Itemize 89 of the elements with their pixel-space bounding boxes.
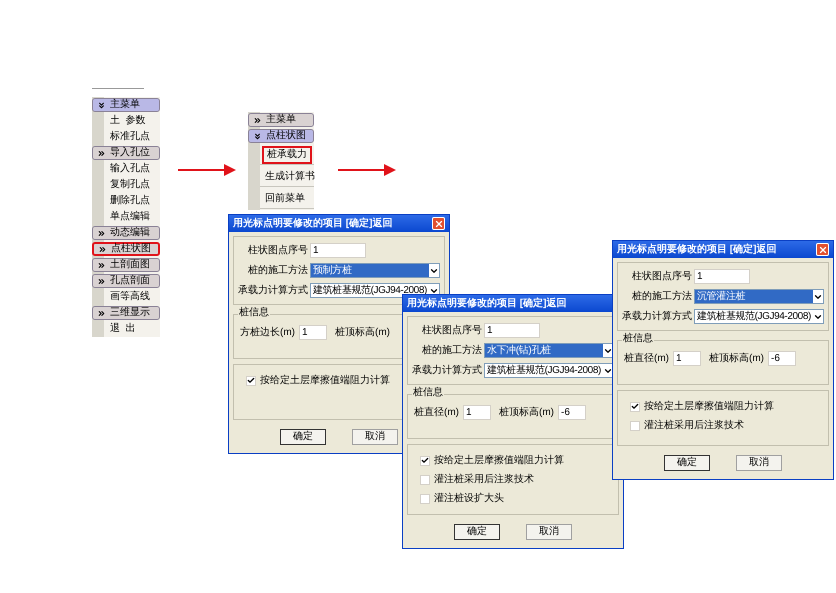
checkbox-label: 灌注桩采用后注浆技术 bbox=[434, 472, 534, 487]
window-title: 用光标点明要修改的项目 [确定]返回 bbox=[407, 296, 566, 311]
menu-item[interactable]: 土 参数 bbox=[107, 116, 149, 126]
field-label: 桩的施工方法 bbox=[247, 264, 308, 278]
checkbox[interactable] bbox=[630, 402, 640, 412]
field-label: 桩顶标高(m) bbox=[499, 406, 554, 420]
dropdown-field[interactable]: 预制方桩 bbox=[310, 263, 440, 278]
menu-item[interactable]: 画等高线 bbox=[107, 292, 153, 302]
checkbox[interactable] bbox=[420, 456, 430, 466]
dropdown-field[interactable]: 建筑桩基规范(JGJ94-2008) bbox=[484, 363, 614, 378]
dropdown-field[interactable]: 建筑桩基规范(JGJ94-2008) bbox=[310, 283, 440, 298]
checkbox-label: 按给定土层摩擦值端阻力计算 bbox=[644, 400, 774, 414]
field-label: 方桩边长(m) bbox=[240, 326, 295, 340]
dialog-button[interactable]: 确定 bbox=[280, 429, 326, 445]
arrow-icon bbox=[338, 164, 396, 176]
dialog-button[interactable]: 取消 bbox=[352, 429, 398, 445]
menu-header[interactable]: 主菜单 bbox=[248, 113, 314, 127]
window-title: 用光标点明要修改的项目 [确定]返回 bbox=[233, 216, 392, 231]
field-label: 桩顶标高(m) bbox=[335, 326, 390, 340]
chevrons-down-icon bbox=[97, 100, 106, 110]
menu-header[interactable]: 三维显示 bbox=[92, 306, 160, 320]
chevrons-right-icon bbox=[97, 308, 106, 318]
menu-header[interactable]: 点柱状图 bbox=[248, 129, 314, 143]
chevrons-right-icon bbox=[97, 228, 106, 238]
field-label: 柱状图点序号 bbox=[247, 244, 308, 258]
field-label: 承载力计算方式 bbox=[412, 364, 482, 378]
field-label: 桩顶标高(m) bbox=[709, 352, 764, 366]
field-label: 承载力计算方式 bbox=[238, 284, 308, 298]
dropdown-field[interactable]: 沉管灌注桩 bbox=[694, 289, 824, 304]
menu-header[interactable]: 动态编辑 bbox=[92, 226, 160, 240]
checkbox-label: 按给定土层摩擦值端阻力计算 bbox=[260, 374, 390, 388]
close-button[interactable] bbox=[816, 243, 829, 256]
field-label: 柱状图点序号 bbox=[421, 324, 482, 338]
field-label: 桩的施工方法 bbox=[421, 344, 482, 358]
checkbox[interactable] bbox=[630, 420, 640, 430]
field-label: 承载力计算方式 bbox=[622, 310, 692, 324]
menu-item[interactable]: 单点编辑 bbox=[107, 212, 153, 222]
menu-header[interactable]: 土剖面图 bbox=[92, 258, 160, 272]
menu-item[interactable]: 桩承载力 bbox=[262, 146, 312, 164]
dropdown-field[interactable]: 建筑桩基规范(JGJ94-2008) bbox=[694, 309, 824, 324]
input-field[interactable]: 1 bbox=[310, 243, 366, 258]
group-title: 桩信息 bbox=[622, 334, 654, 344]
input-field[interactable]: -6 bbox=[768, 351, 796, 366]
dialog-button[interactable]: 确定 bbox=[454, 524, 500, 540]
checkbox-label: 灌注桩采用后注浆技术 bbox=[644, 418, 744, 433]
checkbox[interactable] bbox=[420, 494, 430, 504]
menu-item[interactable]: 复制孔点 bbox=[107, 180, 153, 190]
field-label: 桩直径(m) bbox=[624, 352, 669, 366]
menu-item[interactable]: 退 出 bbox=[107, 324, 139, 334]
group-title: 桩信息 bbox=[238, 308, 270, 318]
checkbox-label: 按给定土层摩擦值端阻力计算 bbox=[434, 454, 564, 468]
input-field[interactable]: 1 bbox=[694, 269, 750, 284]
input-field[interactable]: 1 bbox=[484, 323, 540, 338]
close-icon bbox=[818, 244, 828, 254]
chevrons-right-icon bbox=[97, 148, 106, 158]
check-icon bbox=[421, 456, 429, 465]
checkbox[interactable] bbox=[246, 376, 256, 386]
menu-item[interactable]: 删除孔点 bbox=[107, 196, 153, 206]
menu-header[interactable]: 主菜单 bbox=[92, 98, 160, 112]
group-title: 桩信息 bbox=[412, 388, 444, 398]
window-title: 用光标点明要修改的项目 [确定]返回 bbox=[617, 242, 776, 257]
field-label: 桩的施工方法 bbox=[631, 290, 692, 304]
menu-item[interactable]: 标准孔点 bbox=[107, 132, 153, 142]
chevrons-right-icon bbox=[97, 260, 106, 270]
chevrons-right-icon bbox=[97, 276, 106, 286]
check-icon bbox=[631, 402, 639, 411]
chevrons-down-icon bbox=[253, 132, 262, 140]
menu-item[interactable]: 生成计算书 bbox=[262, 170, 318, 184]
menu-item[interactable]: 输入孔点 bbox=[107, 164, 153, 174]
chevrons-right-icon bbox=[98, 244, 107, 254]
dialog-button[interactable]: 确定 bbox=[664, 455, 710, 471]
menu-item[interactable]: 回前菜单 bbox=[262, 192, 308, 206]
dropdown-field[interactable]: 水下冲(钻)孔桩 bbox=[484, 343, 614, 358]
input-field[interactable]: 1 bbox=[673, 351, 701, 366]
input-field[interactable]: 1 bbox=[299, 325, 327, 340]
menu-header[interactable]: 导入孔位 bbox=[92, 146, 160, 160]
menu-header[interactable]: 孔点剖面 bbox=[92, 274, 160, 288]
field-label: 柱状图点序号 bbox=[631, 270, 692, 284]
close-button[interactable] bbox=[432, 217, 445, 230]
dialog-button[interactable]: 取消 bbox=[526, 524, 572, 540]
close-icon bbox=[434, 218, 444, 228]
dialog-button[interactable]: 取消 bbox=[736, 455, 782, 471]
chevrons-right-icon bbox=[253, 116, 262, 124]
menu-header[interactable]: 点柱状图 bbox=[92, 242, 160, 256]
arrow-icon bbox=[178, 164, 236, 176]
field-label: 桩直径(m) bbox=[414, 406, 459, 420]
check-icon bbox=[247, 376, 255, 385]
checkbox[interactable] bbox=[420, 474, 430, 484]
checkbox-label: 灌注桩设扩大头 bbox=[434, 492, 504, 506]
